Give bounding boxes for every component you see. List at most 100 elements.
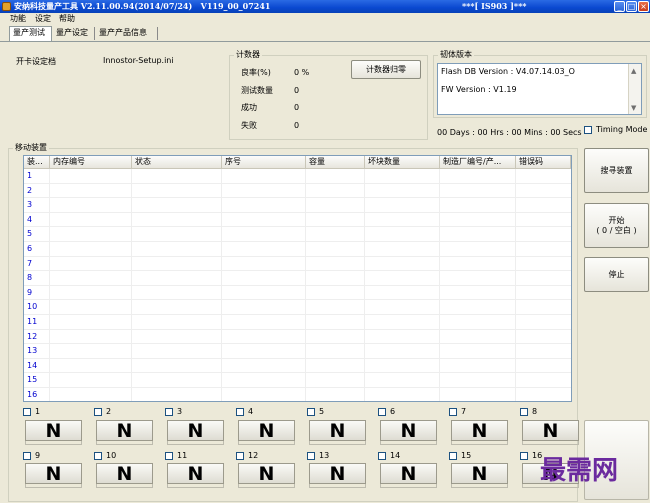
port-status-box[interactable]: N bbox=[167, 420, 224, 441]
port-checkbox[interactable] bbox=[94, 408, 102, 416]
port-status-strip bbox=[167, 484, 224, 488]
maximize-button[interactable]: □ bbox=[626, 1, 637, 12]
col-status[interactable]: 状态 bbox=[132, 156, 222, 169]
start-sublabel: ( 0 / 空白 ) bbox=[596, 225, 637, 235]
port-number: 8 bbox=[532, 407, 538, 416]
port-number: 4 bbox=[248, 407, 254, 416]
port-status-text: N bbox=[45, 463, 62, 485]
table-row[interactable]: 5 bbox=[24, 227, 571, 242]
port-checkbox[interactable] bbox=[94, 452, 102, 460]
port-checkbox[interactable] bbox=[378, 408, 386, 416]
scroll-up-icon[interactable]: ▲ bbox=[631, 67, 636, 75]
port-checkbox[interactable] bbox=[378, 452, 386, 460]
port-status-box[interactable]: N bbox=[25, 420, 82, 441]
tab-product-info[interactable]: 量产产品信息 bbox=[96, 27, 158, 40]
port-status-text: N bbox=[187, 420, 204, 442]
table-row[interactable]: 4 bbox=[24, 212, 571, 228]
table-cell-divider bbox=[24, 169, 516, 183]
port-status-box[interactable]: N bbox=[451, 420, 508, 441]
start-button[interactable]: 开始 ( 0 / 空白 ) bbox=[584, 203, 649, 248]
port-checkbox[interactable] bbox=[165, 452, 173, 460]
table-row[interactable]: 2 bbox=[24, 183, 571, 199]
port-checkbox[interactable] bbox=[236, 452, 244, 460]
table-row[interactable]: 1 bbox=[24, 169, 571, 184]
table-row[interactable]: 12 bbox=[24, 329, 571, 345]
fail-label: 失败 bbox=[241, 121, 257, 130]
port-checkbox[interactable] bbox=[307, 408, 315, 416]
port-status-box[interactable]: N bbox=[309, 420, 366, 441]
port-status-box[interactable]: N bbox=[238, 420, 295, 441]
port-status-box[interactable]: N bbox=[522, 420, 579, 441]
port-status-box[interactable]: N bbox=[451, 463, 508, 484]
timing-mode-checkbox[interactable] bbox=[584, 126, 592, 134]
menu-help[interactable]: 帮助 bbox=[59, 14, 75, 24]
table-row[interactable]: 3 bbox=[24, 198, 571, 213]
port-number: 3 bbox=[177, 407, 183, 416]
table-row[interactable]: 9 bbox=[24, 285, 571, 301]
table-row[interactable]: 10 bbox=[24, 300, 571, 315]
table-row[interactable]: 15 bbox=[24, 373, 571, 388]
port-status-box[interactable]: N bbox=[25, 463, 82, 484]
port-checkbox[interactable] bbox=[236, 408, 244, 416]
port-status-box[interactable]: N bbox=[96, 420, 153, 441]
row-number: 15 bbox=[27, 375, 38, 385]
port-status-box[interactable]: N bbox=[309, 463, 366, 484]
col-serial[interactable]: 序号 bbox=[222, 156, 306, 169]
col-capacity[interactable]: 容量 bbox=[306, 156, 365, 169]
device-table[interactable]: 装... 内存编号 状态 序号 容量 坏块数量 制造厂编号/产... 错误码 1… bbox=[23, 155, 572, 402]
reset-counter-button[interactable]: 计数器归零 bbox=[351, 60, 421, 79]
table-row[interactable]: 13 bbox=[24, 344, 571, 359]
firmware-title: 韧体版本 bbox=[438, 50, 474, 60]
window-title: 安纳科技量产工具 V2.11.00.94(2014/07/24) V119_00… bbox=[14, 1, 271, 11]
port-checkbox[interactable] bbox=[23, 452, 31, 460]
port-checkbox[interactable] bbox=[307, 452, 315, 460]
port-checkbox[interactable] bbox=[449, 408, 457, 416]
minimize-icon: _ bbox=[617, 2, 622, 11]
port-status-text: N bbox=[258, 463, 275, 485]
scroll-down-icon[interactable]: ▼ bbox=[631, 104, 636, 112]
row-number: 2 bbox=[27, 185, 33, 195]
col-memory-id[interactable]: 内存编号 bbox=[50, 156, 132, 169]
tab-production-test[interactable]: 量产测试 bbox=[9, 26, 52, 41]
test-count-value: 0 bbox=[294, 86, 300, 95]
port-status-box[interactable]: N bbox=[238, 463, 295, 484]
table-cell-divider bbox=[24, 212, 516, 227]
col-error-code[interactable]: 错误码 bbox=[516, 156, 571, 169]
table-row[interactable]: 16 bbox=[24, 388, 571, 401]
table-cell-divider bbox=[24, 227, 516, 241]
port-number: 5 bbox=[319, 407, 325, 416]
table-cell-divider bbox=[24, 344, 516, 358]
stop-button[interactable]: 停止 bbox=[584, 257, 649, 292]
table-row[interactable]: 6 bbox=[24, 242, 571, 257]
tab-divider bbox=[0, 41, 650, 42]
port-checkbox[interactable] bbox=[165, 408, 173, 416]
tab-row: 量产测试 量产设定 量产产品信息 bbox=[0, 26, 650, 41]
table-row[interactable]: 14 bbox=[24, 358, 571, 374]
port-checkbox[interactable] bbox=[520, 452, 528, 460]
col-device[interactable]: 装... bbox=[24, 156, 50, 169]
minimize-button[interactable]: _ bbox=[614, 1, 625, 12]
table-row[interactable]: 7 bbox=[24, 256, 571, 272]
tab-production-settings[interactable]: 量产设定 bbox=[53, 27, 95, 40]
table-row[interactable]: 8 bbox=[24, 271, 571, 286]
menu-settings[interactable]: 设定 bbox=[35, 14, 51, 24]
port-status-box[interactable]: N bbox=[380, 463, 437, 484]
title-bar: 安纳科技量产工具 V2.11.00.94(2014/07/24) V119_00… bbox=[0, 0, 650, 13]
menu-function[interactable]: 功能 bbox=[10, 14, 26, 24]
port-status-box[interactable]: N bbox=[167, 463, 224, 484]
col-bad-blocks[interactable]: 坏块数量 bbox=[365, 156, 440, 169]
close-button[interactable]: × bbox=[638, 1, 649, 12]
row-number: 8 bbox=[27, 273, 33, 283]
firmware-info-box[interactable]: Flash DB Version : V4.07.14.03_O FW Vers… bbox=[437, 63, 642, 115]
port-status-box[interactable]: N bbox=[380, 420, 437, 441]
table-row[interactable]: 11 bbox=[24, 315, 571, 330]
row-number: 14 bbox=[27, 360, 38, 370]
port-checkbox[interactable] bbox=[449, 452, 457, 460]
search-devices-button[interactable]: 搜寻装置 bbox=[584, 148, 649, 193]
stop-label: 停止 bbox=[608, 269, 625, 279]
port-status-box[interactable]: N bbox=[96, 463, 153, 484]
port-checkbox[interactable] bbox=[23, 408, 31, 416]
port-checkbox[interactable] bbox=[520, 408, 528, 416]
firmware-scrollbar[interactable]: ▲ ▼ bbox=[628, 64, 641, 114]
col-vendor-product[interactable]: 制造厂编号/产... bbox=[440, 156, 516, 169]
